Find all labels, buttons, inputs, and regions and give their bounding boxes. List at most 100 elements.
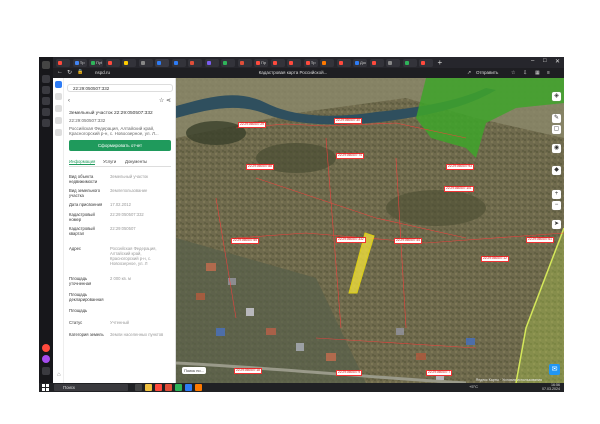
browser-tab[interactable]: [221, 59, 235, 67]
browser-tab[interactable]: [320, 59, 334, 67]
browser-tab[interactable]: [419, 59, 433, 67]
parcel-label[interactable]: 22:29:050507:29: [238, 122, 266, 128]
browser-tab[interactable]: Пр: [72, 59, 87, 67]
menu-icon[interactable]: ≡: [547, 70, 553, 76]
parcel-label[interactable]: 22:29:050507:12: [481, 256, 509, 262]
info-label: Адрес: [69, 246, 81, 251]
browser-tab[interactable]: [237, 59, 252, 67]
tools-icon[interactable]: [55, 129, 62, 136]
browser-tab[interactable]: [155, 59, 169, 67]
collapse-icon[interactable]: ⌂: [57, 372, 61, 378]
report-button[interactable]: Сформировать отчет: [69, 140, 171, 151]
browser-tab[interactable]: [171, 59, 186, 67]
browser-tab[interactable]: [402, 59, 417, 67]
parcel-label[interactable]: 22:29:050507:101: [444, 186, 474, 192]
share-icon[interactable]: ↗: [467, 70, 473, 76]
app-icon[interactable]: [195, 384, 202, 391]
tab-favicon: [190, 61, 194, 65]
sidebar-settings-icon[interactable]: [42, 367, 50, 375]
close-icon[interactable]: ✕: [555, 58, 560, 65]
ruler-icon[interactable]: ✎: [552, 114, 561, 123]
browser-tab[interactable]: Доо: [353, 59, 367, 67]
geolocation-icon[interactable]: ➤: [552, 220, 561, 229]
parcel-label[interactable]: 22:29:050507:55: [231, 238, 259, 244]
browser-tab[interactable]: [336, 59, 351, 67]
search-here-button[interactable]: Поиск по...: [182, 367, 206, 374]
browser-tab[interactable]: [122, 59, 136, 67]
tab-services[interactable]: Услуги: [103, 159, 116, 164]
sidebar-nav-icon[interactable]: [42, 119, 50, 127]
profile-icon[interactable]: [42, 61, 50, 69]
explorer-icon[interactable]: [145, 384, 152, 391]
sidebar-nav-icon[interactable]: [42, 97, 50, 105]
app-icon[interactable]: [165, 384, 172, 391]
map-view[interactable]: 22:29:050507:29 22:29:050507:30 22:29:0505…: [176, 78, 564, 383]
mail-icon[interactable]: ✉: [549, 364, 560, 375]
parcel-label[interactable]: 22:29:050507:30: [334, 118, 362, 124]
download-icon[interactable]: ⇩: [523, 70, 529, 76]
browser-tab[interactable]: [386, 59, 400, 67]
browser-tab[interactable]: [369, 59, 384, 67]
parcel-label[interactable]: 22:29:050507:74: [336, 153, 364, 159]
share-icon[interactable]: ⋖: [166, 98, 171, 104]
parcel-label[interactable]: 22:29:050507:44: [394, 238, 422, 244]
parcel-label[interactable]: 22:29:050507:88: [246, 164, 274, 170]
parcel-label[interactable]: 22:29:050507:7: [426, 370, 453, 376]
app-icon[interactable]: [185, 384, 192, 391]
satellite-map[interactable]: [176, 78, 564, 383]
zoom-out-button[interactable]: −: [552, 201, 561, 210]
extensions-icon[interactable]: ▦: [535, 70, 541, 76]
parcel-label[interactable]: 22:29:050507:9: [336, 370, 363, 376]
browser-tab[interactable]: Публ: [89, 59, 103, 67]
reload-icon[interactable]: ↻: [67, 69, 72, 76]
browser-tab[interactable]: Пр: [254, 59, 268, 67]
locate-icon[interactable]: ◆: [552, 166, 561, 175]
layers-icon[interactable]: [55, 93, 62, 100]
browser-tab[interactable]: [56, 59, 70, 67]
system-clock[interactable]: 16:56 07.03.2024: [542, 383, 560, 391]
browser-tab[interactable]: [188, 59, 202, 67]
browser-tab[interactable]: Пр: [303, 59, 318, 67]
browser-tab[interactable]: [270, 59, 285, 67]
browser-icon[interactable]: [155, 384, 162, 391]
browser-tab[interactable]: [287, 59, 301, 67]
zoom-in-button[interactable]: +: [552, 190, 561, 199]
lock-icon: 🔒: [77, 69, 84, 75]
star-icon[interactable]: ☆: [159, 98, 164, 104]
app-icon[interactable]: [42, 344, 50, 352]
maximize-icon[interactable]: □: [543, 58, 547, 64]
eye-icon[interactable]: ◉: [552, 144, 561, 153]
parcel-label[interactable]: 22:29:050507:332: [336, 237, 366, 243]
windows-start-icon[interactable]: [42, 384, 49, 391]
sidebar-nav-icon[interactable]: [42, 108, 50, 116]
taskbar-search[interactable]: Поиск: [54, 384, 128, 391]
tab-info[interactable]: Информация: [69, 159, 96, 165]
bookmark-icon[interactable]: ☆: [511, 70, 517, 76]
browser-tab[interactable]: [138, 59, 153, 67]
parcel-label[interactable]: 22:29:050507:61: [526, 237, 554, 243]
parcel-label[interactable]: 22:29:050507:93: [446, 164, 474, 170]
sidebar-nav-icon[interactable]: [42, 86, 50, 94]
browser-tab[interactable]: [105, 59, 120, 67]
object-number[interactable]: 22:29:050507:332: [69, 118, 105, 123]
new-tab-icon[interactable]: +: [438, 58, 443, 67]
url-field[interactable]: nspd.ru: [95, 70, 155, 76]
back-icon[interactable]: ←: [57, 69, 63, 75]
share-button[interactable]: Отправить: [476, 70, 498, 75]
search-icon[interactable]: [55, 105, 62, 112]
edit-icon[interactable]: ▢: [552, 125, 561, 134]
sidebar-nav-icon[interactable]: [42, 75, 50, 83]
app-icon[interactable]: [42, 355, 50, 363]
tab-documents[interactable]: Документы: [125, 159, 147, 164]
weather-widget[interactable]: +5°C: [469, 384, 478, 389]
back-arrow-icon[interactable]: ‹: [68, 98, 70, 104]
layers-icon[interactable]: ◈: [552, 92, 561, 101]
search-input[interactable]: 22:29:050507:332: [67, 84, 173, 92]
minimize-icon[interactable]: –: [531, 58, 534, 64]
parcel-label[interactable]: 22:29:050507:18: [234, 368, 262, 374]
nspd-logo-icon[interactable]: [55, 81, 62, 88]
app-icon[interactable]: [175, 384, 182, 391]
browser-tab[interactable]: [204, 59, 219, 67]
task-view-icon[interactable]: [135, 384, 142, 391]
bookmark-icon[interactable]: [55, 117, 62, 124]
